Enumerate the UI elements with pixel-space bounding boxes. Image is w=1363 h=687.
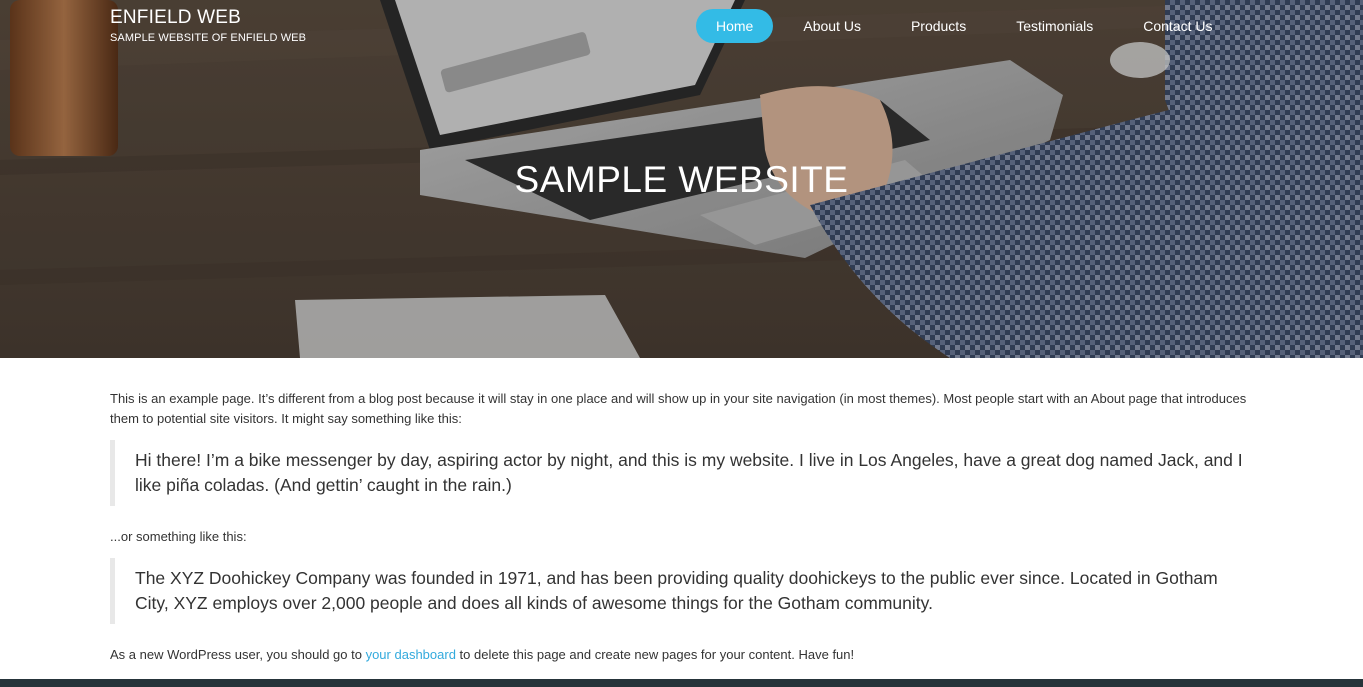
- main-navigation: Home About Us Products Testimonials Cont…: [696, 9, 1242, 43]
- nav-item-testimonials[interactable]: Testimonials: [996, 9, 1113, 43]
- site-title[interactable]: ENFIELD WEB: [110, 7, 306, 29]
- outro-paragraph: As a new WordPress user, you should go t…: [110, 645, 1253, 665]
- page-title: SAMPLE WEBSITE: [514, 159, 849, 200]
- nav-item-contact-us[interactable]: Contact Us: [1123, 9, 1232, 43]
- page-content: This is an example page. It’s different …: [110, 389, 1253, 665]
- nav-item-about-us[interactable]: About Us: [783, 9, 881, 43]
- nav-item-home[interactable]: Home: [696, 9, 774, 43]
- intro-paragraph: This is an example page. It’s different …: [110, 391, 1247, 426]
- outro-text-after: to delete this page and create new pages…: [455, 647, 855, 662]
- dashboard-link[interactable]: your dashboard: [366, 647, 456, 662]
- middle-paragraph: ...or something like this:: [110, 529, 247, 544]
- footer-bar: [0, 679, 1363, 687]
- blockquote-doohickey-company: The XYZ Doohickey Company was founded in…: [110, 558, 1253, 624]
- hero-header: ENFIELD WEB SAMPLE WEBSITE OF ENFIELD WE…: [0, 0, 1363, 358]
- nav-item-products[interactable]: Products: [891, 9, 986, 43]
- site-branding: ENFIELD WEB SAMPLE WEBSITE OF ENFIELD WE…: [110, 7, 306, 45]
- outro-text-before: As a new WordPress user, you should go t…: [110, 647, 366, 662]
- blockquote-text: Hi there! I’m a bike messenger by day, a…: [135, 450, 1243, 495]
- blockquote-bike-messenger: Hi there! I’m a bike messenger by day, a…: [110, 440, 1253, 506]
- site-tagline: SAMPLE WEBSITE OF ENFIELD WEB: [110, 32, 307, 44]
- blockquote-text: The XYZ Doohickey Company was founded in…: [135, 568, 1218, 613]
